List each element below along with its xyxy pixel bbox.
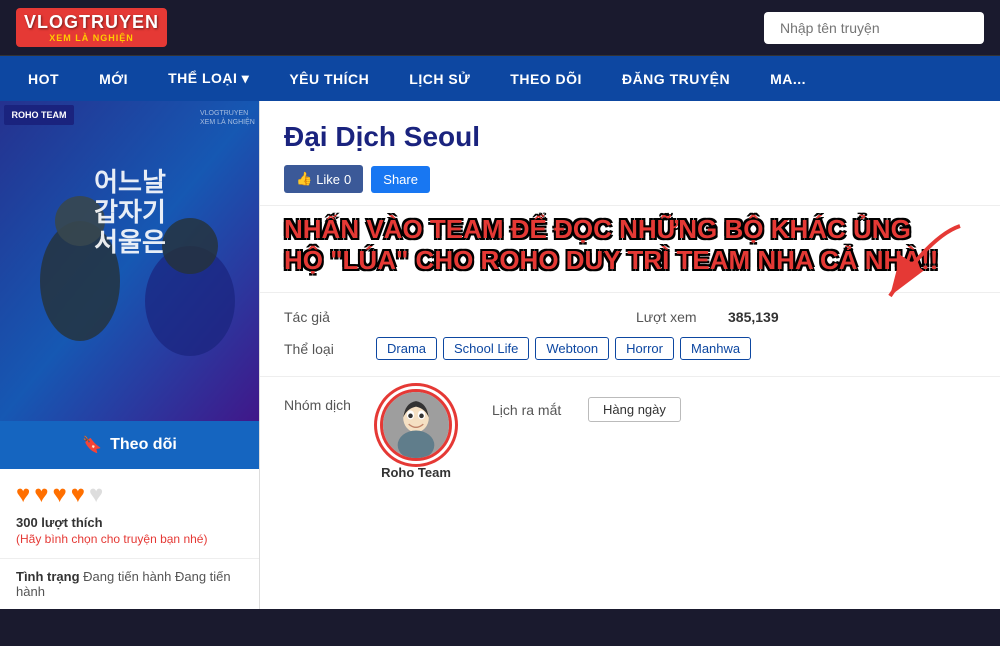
rating-hint: (Hãy bình chọn cho truyện bạn nhé): [16, 532, 243, 546]
nav-item-yeu-thich[interactable]: YÊU THÍCH: [269, 57, 389, 101]
heart-3[interactable]: ♥: [53, 481, 67, 509]
svg-text:갑자기: 갑자기: [94, 197, 166, 227]
share-button[interactable]: Share: [371, 166, 430, 193]
logo-title: VLOGTRUYEN: [24, 12, 159, 33]
translator-section: Nhóm dịch: [284, 389, 452, 480]
nav-item-lich-su[interactable]: LỊCH SỬ: [389, 57, 490, 101]
rating-section: ♥ ♥ ♥ ♥ ♥ 300 lượt thích (Hãy bình chọn …: [0, 469, 259, 559]
heart-5[interactable]: ♥: [89, 481, 103, 509]
nav-item-hot[interactable]: HOT: [8, 57, 79, 101]
title-area: Đại Dịch Seoul 👍 Like 0 Share: [260, 101, 1000, 206]
like-button[interactable]: 👍 Like 0: [284, 165, 363, 193]
logo-box[interactable]: VLOGTRUYEN XEM LÀ NGHIỆN: [16, 8, 167, 47]
heart-2[interactable]: ♥: [34, 481, 48, 509]
right-content: Đại Dịch Seoul 👍 Like 0 Share NHẤN VÀO T…: [260, 101, 1000, 609]
thumb-icon: 👍: [296, 171, 312, 187]
status-label: Tình trạng: [16, 569, 80, 584]
translator-label: Nhóm dịch: [284, 389, 364, 413]
nav-item-ma[interactable]: MA...: [750, 57, 826, 101]
tag-drama[interactable]: Drama: [376, 337, 437, 360]
views-value: 385,139: [728, 309, 779, 325]
svg-text:어느날: 어느날: [94, 167, 166, 197]
svg-text:서울은: 서울은: [94, 227, 166, 257]
author-row: Tác giả: [284, 309, 624, 325]
search-input[interactable]: [764, 12, 984, 44]
action-buttons: 👍 Like 0 Share: [284, 165, 976, 193]
release-label: Lịch ra mắt: [492, 402, 572, 418]
nav-item-moi[interactable]: MỚI: [79, 57, 148, 101]
share-label: Share: [383, 172, 418, 187]
follow-label: Theo dõi: [110, 436, 177, 454]
main-content: 어느날 갑자기 서울은 ROHO TEAM VLOGTRUYEN XEM LÀ …: [0, 101, 1000, 609]
translator-release-row: Nhóm dịch: [260, 377, 1000, 496]
tag-horror[interactable]: Horror: [615, 337, 674, 360]
follow-button[interactable]: 🔖 Theo dõi: [0, 421, 259, 469]
svg-text:XEM LÀ NGHIỆN: XEM LÀ NGHIỆN: [200, 117, 255, 126]
heart-4[interactable]: ♥: [71, 481, 85, 509]
like-label: Like: [316, 172, 340, 187]
like-count: 0: [344, 172, 351, 187]
author-label: Tác giả: [284, 309, 364, 325]
translator-avatar: [380, 389, 452, 461]
promo-arrow: [840, 216, 980, 346]
release-value: Hàng ngày: [588, 397, 681, 422]
translator-name: Roho Team: [381, 465, 451, 480]
bookmark-icon: 🔖: [82, 435, 102, 455]
svg-text:ROHO TEAM: ROHO TEAM: [12, 110, 67, 120]
hearts-container: ♥ ♥ ♥ ♥ ♥: [16, 481, 243, 509]
manga-title: Đại Dịch Seoul: [284, 121, 976, 153]
manga-cover: 어느날 갑자기 서울은 ROHO TEAM VLOGTRUYEN XEM LÀ …: [0, 101, 259, 421]
views-label: Lượt xem: [636, 309, 716, 325]
release-section: Lịch ra mắt Hàng ngày: [492, 397, 681, 422]
cover-overlay: 어느날 갑자기 서울은 ROHO TEAM VLOGTRUYEN XEM LÀ …: [0, 101, 259, 421]
status-value: Đang tiến hành: [83, 569, 171, 584]
svg-text:VLOGTRUYEN: VLOGTRUYEN: [200, 110, 248, 117]
nav-item-theo-doi[interactable]: THEO DÕI: [490, 57, 602, 101]
status-section: Tình trạng Đang tiến hành Đang tiến hành: [0, 559, 259, 609]
nav-item-the-loai[interactable]: THỂ LOẠI ▾: [148, 56, 269, 101]
tag-webtoon[interactable]: Webtoon: [535, 337, 609, 360]
genre-label: Thể loại: [284, 341, 364, 357]
heart-1[interactable]: ♥: [16, 481, 30, 509]
nav-item-dang-truyen[interactable]: ĐĂNG TRUYỆN: [602, 57, 750, 101]
rating-count: 300 lượt thích: [16, 515, 243, 530]
logo-subtitle: XEM LÀ NGHIỆN: [49, 33, 134, 43]
tag-school-life[interactable]: School Life: [443, 337, 529, 360]
navbar: HOT MỚI THỂ LOẠI ▾ YÊU THÍCH LỊCH SỬ THE…: [0, 56, 1000, 101]
logo-area: VLOGTRUYEN XEM LÀ NGHIỆN: [16, 8, 167, 47]
left-sidebar: 어느날 갑자기 서울은 ROHO TEAM VLOGTRUYEN XEM LÀ …: [0, 101, 260, 609]
translator-group[interactable]: Roho Team: [380, 389, 452, 480]
genre-tags: Drama School Life Webtoon Horror Manhwa: [376, 337, 751, 360]
header: VLOGTRUYEN XEM LÀ NGHIỆN: [0, 0, 1000, 56]
promo-banner: NHẤN VÀO TEAM ĐỂ ĐỌC NHỮNG BỘ KHÁC ỦNG H…: [260, 206, 1000, 293]
tag-manhwa[interactable]: Manhwa: [680, 337, 751, 360]
